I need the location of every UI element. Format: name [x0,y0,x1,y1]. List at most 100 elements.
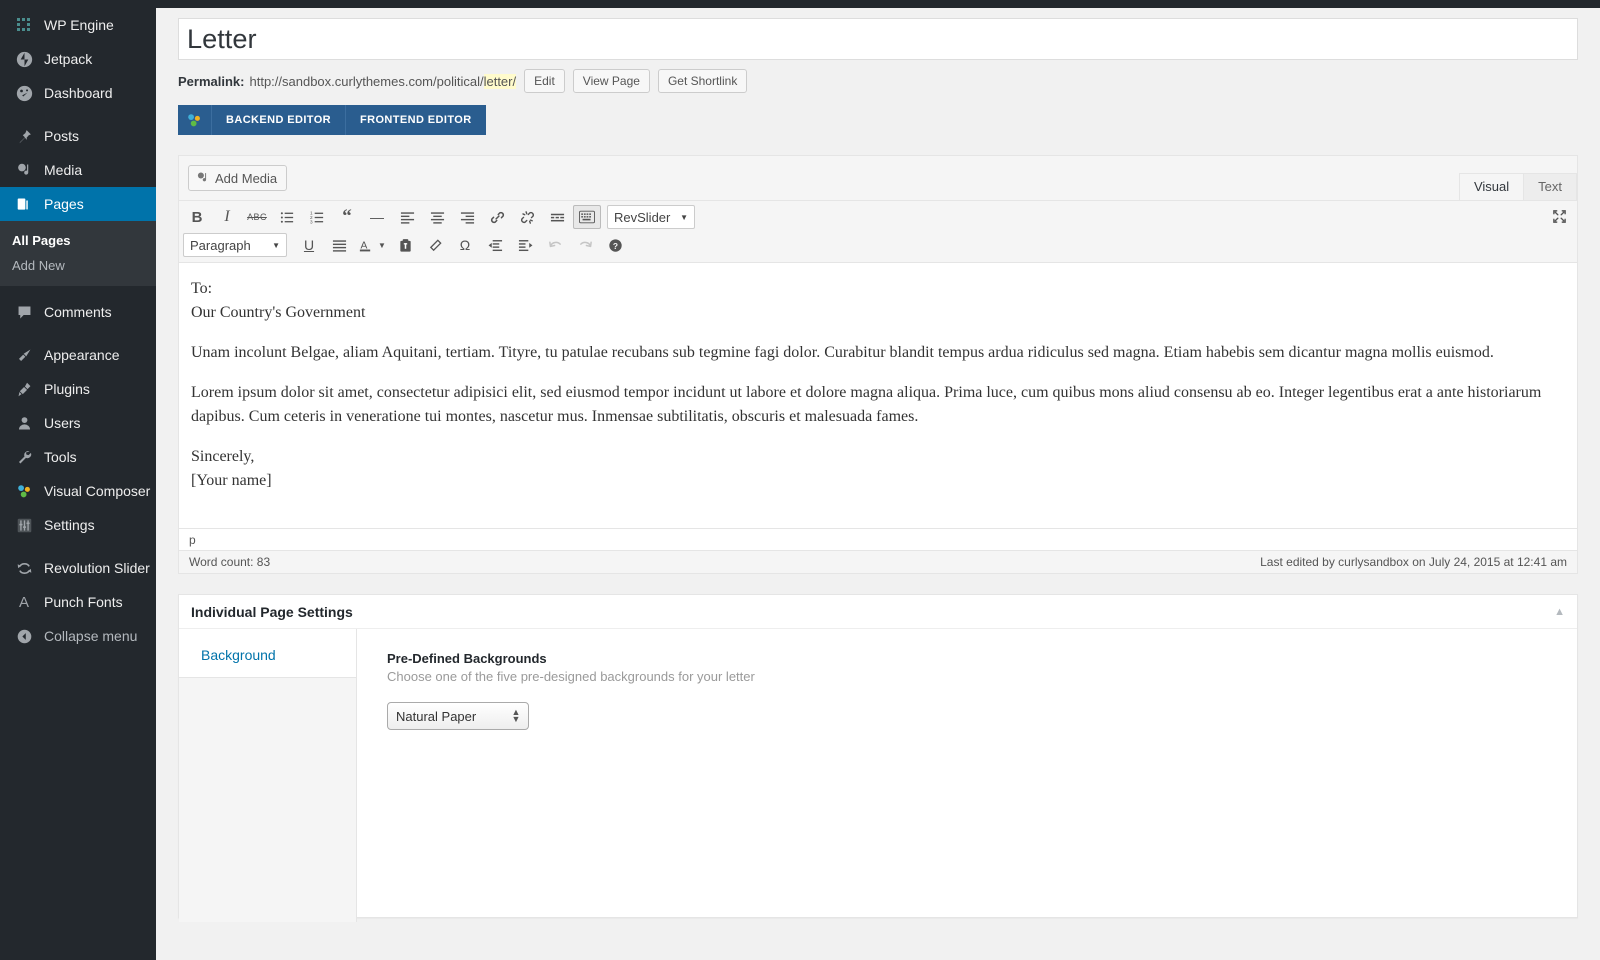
text-color-button[interactable]: A [355,233,375,257]
user-icon [12,413,36,433]
justify-button[interactable] [325,233,353,257]
sidebar-item-comments[interactable]: Comments [0,295,156,329]
italic-button[interactable]: I [213,205,241,229]
sidebar-item-visual-composer[interactable]: Visual Composer [0,474,156,508]
chevron-down-icon: ▼ [378,240,386,250]
toggle-toolbar-button[interactable] [573,205,601,229]
comments-icon [12,302,36,322]
chevron-down-icon: ▼ [272,240,280,250]
align-center-button[interactable] [423,205,451,229]
view-page-button[interactable]: View Page [572,69,650,93]
sidebar-item-label: Settings [44,517,95,533]
svg-text:3: 3 [310,219,313,224]
field-title: Pre-Defined Backgrounds [387,651,547,666]
content-recipient: Our Country's Government [191,304,366,321]
strikethrough-button[interactable]: ABC [243,205,271,229]
bold-button[interactable]: B [183,205,211,229]
sidebar-item-pages[interactable]: Pages [0,187,164,221]
toolbar-row-1: B I ABC 123 “ — RevSlider ▼ [183,203,1573,231]
content-signoff: Sincerely, [191,448,255,465]
editor-content-area[interactable]: To: Our Country's Government Unam incolu… [179,263,1577,528]
visual-composer-icon [178,105,212,135]
content-paragraph-1: Unam incolunt Belgae, aliam Aquitani, te… [191,344,1494,361]
remove-link-button[interactable] [513,205,541,229]
undo-button[interactable] [541,233,569,257]
collapse-menu-label: Collapse menu [44,628,138,644]
sidebar-item-jetpack[interactable]: Jetpack [0,42,156,76]
toolbar-row-2: Paragraph ▼ U A ▼ Ω ? [183,231,1573,259]
editor-element-path[interactable]: p [179,528,1577,550]
editor-media-row: Add Media Visual Text [179,156,1577,201]
ips-nav-background[interactable]: Background [179,641,356,678]
sidebar-item-wp-engine[interactable]: WP Engine [0,8,156,42]
special-character-button[interactable]: Ω [451,233,479,257]
sidebar-separator [0,542,156,551]
numbered-list-button[interactable]: 123 [303,205,331,229]
stepper-arrows-icon: ▲ ▼ [511,707,521,724]
sidebar-item-dashboard[interactable]: Dashboard [0,76,156,110]
sidebar-item-appearance[interactable]: Appearance [0,338,156,372]
fullscreen-icon[interactable] [1547,204,1571,228]
sidebar-item-label: Users [44,415,81,431]
underline-button[interactable]: U [295,233,323,257]
text-color-dropdown[interactable]: ▼ [375,233,389,257]
permalink-slug: letter/ [483,73,517,89]
sidebar-item-revolution-slider[interactable]: Revolution Slider [0,551,156,585]
wrench-icon [12,447,36,467]
sidebar-item-label: Pages [44,196,84,212]
sidebar-item-label: Jetpack [44,51,93,67]
sidebar-item-label: Appearance [44,347,120,363]
last-edited: Last edited by curlysandbox on July 24, … [1260,555,1567,569]
individual-page-settings-panel: Pre-Defined Backgrounds Choose one of th… [357,629,1577,917]
ips-nav-filler [179,678,357,922]
redo-button[interactable] [571,233,599,257]
sidebar-item-settings[interactable]: Settings [0,508,156,542]
blockquote-button[interactable]: “ [333,205,361,229]
collapse-menu-button[interactable]: Collapse menu [0,619,156,653]
paste-as-text-button[interactable] [391,233,419,257]
sidebar-item-label: WP Engine [44,17,114,33]
outdent-button[interactable] [481,233,509,257]
align-left-button[interactable] [393,205,421,229]
frontend-editor-tab[interactable]: FRONTEND EDITOR [345,105,486,135]
indent-button[interactable] [511,233,539,257]
page-title-input[interactable] [178,18,1578,60]
align-right-button[interactable] [453,205,481,229]
revolution-slider-icon [12,558,36,578]
sidebar-item-posts[interactable]: Posts [0,119,156,153]
get-shortlink-button[interactable]: Get Shortlink [657,69,748,93]
sidebar-item-label: Revolution Slider [44,560,150,576]
format-select[interactable]: Paragraph ▼ [183,233,287,257]
sidebar-item-tools[interactable]: Tools [0,440,156,474]
sidebar-item-punch-fonts[interactable]: A Punch Fonts [0,585,156,619]
horizontal-rule-button[interactable]: — [363,205,391,229]
revslider-select[interactable]: RevSlider ▼ [607,205,695,229]
sidebar-item-media[interactable]: Media [0,153,156,187]
individual-page-settings-body: Background Pre-Defined Backgrounds Choos… [179,629,1577,922]
collapse-arrow-icon [12,626,36,646]
individual-page-settings-header[interactable]: Individual Page Settings ▲ [179,595,1577,629]
sidebar-item-users[interactable]: Users [0,406,156,440]
tab-text[interactable]: Text [1523,173,1577,201]
keyboard-shortcuts-button[interactable]: ? [601,233,629,257]
permalink-edit-button[interactable]: Edit [524,69,565,93]
submenu-item-add-new[interactable]: Add New [0,253,156,278]
sidebar-item-label: Comments [44,304,112,320]
sidebar-separator [0,329,156,338]
sidebar-item-plugins[interactable]: Plugins [0,372,156,406]
brush-icon [12,345,36,365]
tab-visual[interactable]: Visual [1458,173,1525,201]
chevron-up-icon[interactable]: ▲ [1554,606,1565,618]
sidebar-item-label: Visual Composer [44,483,151,499]
insert-read-more-button[interactable] [543,205,571,229]
insert-link-button[interactable] [483,205,511,229]
add-media-button[interactable]: Add Media [188,165,288,191]
background-select[interactable]: Natural Paper ▲ ▼ [387,702,529,730]
clear-formatting-button[interactable] [421,233,449,257]
plug-icon [12,379,36,399]
bulleted-list-button[interactable] [273,205,301,229]
backend-editor-tab[interactable]: BACKEND EDITOR [212,105,345,135]
word-count: Word count: 83 [189,555,271,569]
format-select-value: Paragraph [190,237,251,253]
submenu-item-all-pages[interactable]: All Pages [0,228,156,253]
